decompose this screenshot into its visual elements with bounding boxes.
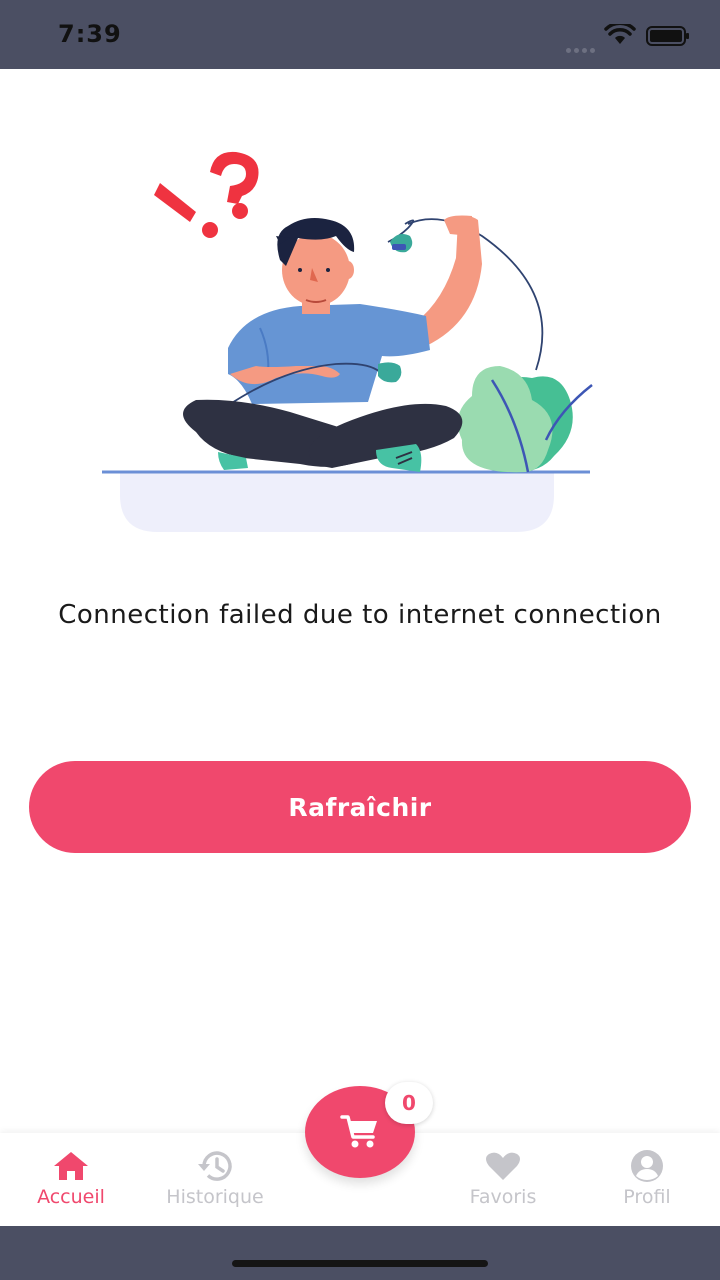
tab-home[interactable]: Accueil <box>1 1133 141 1226</box>
battery-icon <box>646 26 689 46</box>
home-indicator-area <box>0 1226 720 1280</box>
refresh-button-label: Rafraîchir <box>288 792 432 822</box>
profile-icon <box>627 1149 667 1183</box>
tab-history-label: Historique <box>166 1186 264 1208</box>
home-indicator[interactable] <box>232 1260 488 1267</box>
signal-icon <box>566 38 598 57</box>
cart-count-badge: 0 <box>385 1082 433 1124</box>
tab-profile[interactable]: Profil <box>577 1133 717 1226</box>
home-icon <box>52 1149 90 1183</box>
tab-history[interactable]: Historique <box>145 1133 285 1226</box>
history-icon <box>195 1149 235 1183</box>
wifi-icon <box>604 24 636 44</box>
error-message: Connection failed due to internet connec… <box>58 600 662 630</box>
tab-profile-label: Profil <box>623 1186 671 1208</box>
cart-icon <box>340 1115 377 1148</box>
tab-favorites[interactable]: Favoris <box>433 1133 573 1226</box>
tab-favorites-label: Favoris <box>469 1186 537 1208</box>
status-bar: 7:39 <box>0 0 720 69</box>
refresh-button[interactable]: Rafraîchir <box>29 761 691 853</box>
connection-error-illustration <box>102 151 593 532</box>
heart-icon <box>483 1149 523 1183</box>
status-time: 7:39 <box>58 20 122 48</box>
tab-home-label: Accueil <box>37 1186 105 1208</box>
